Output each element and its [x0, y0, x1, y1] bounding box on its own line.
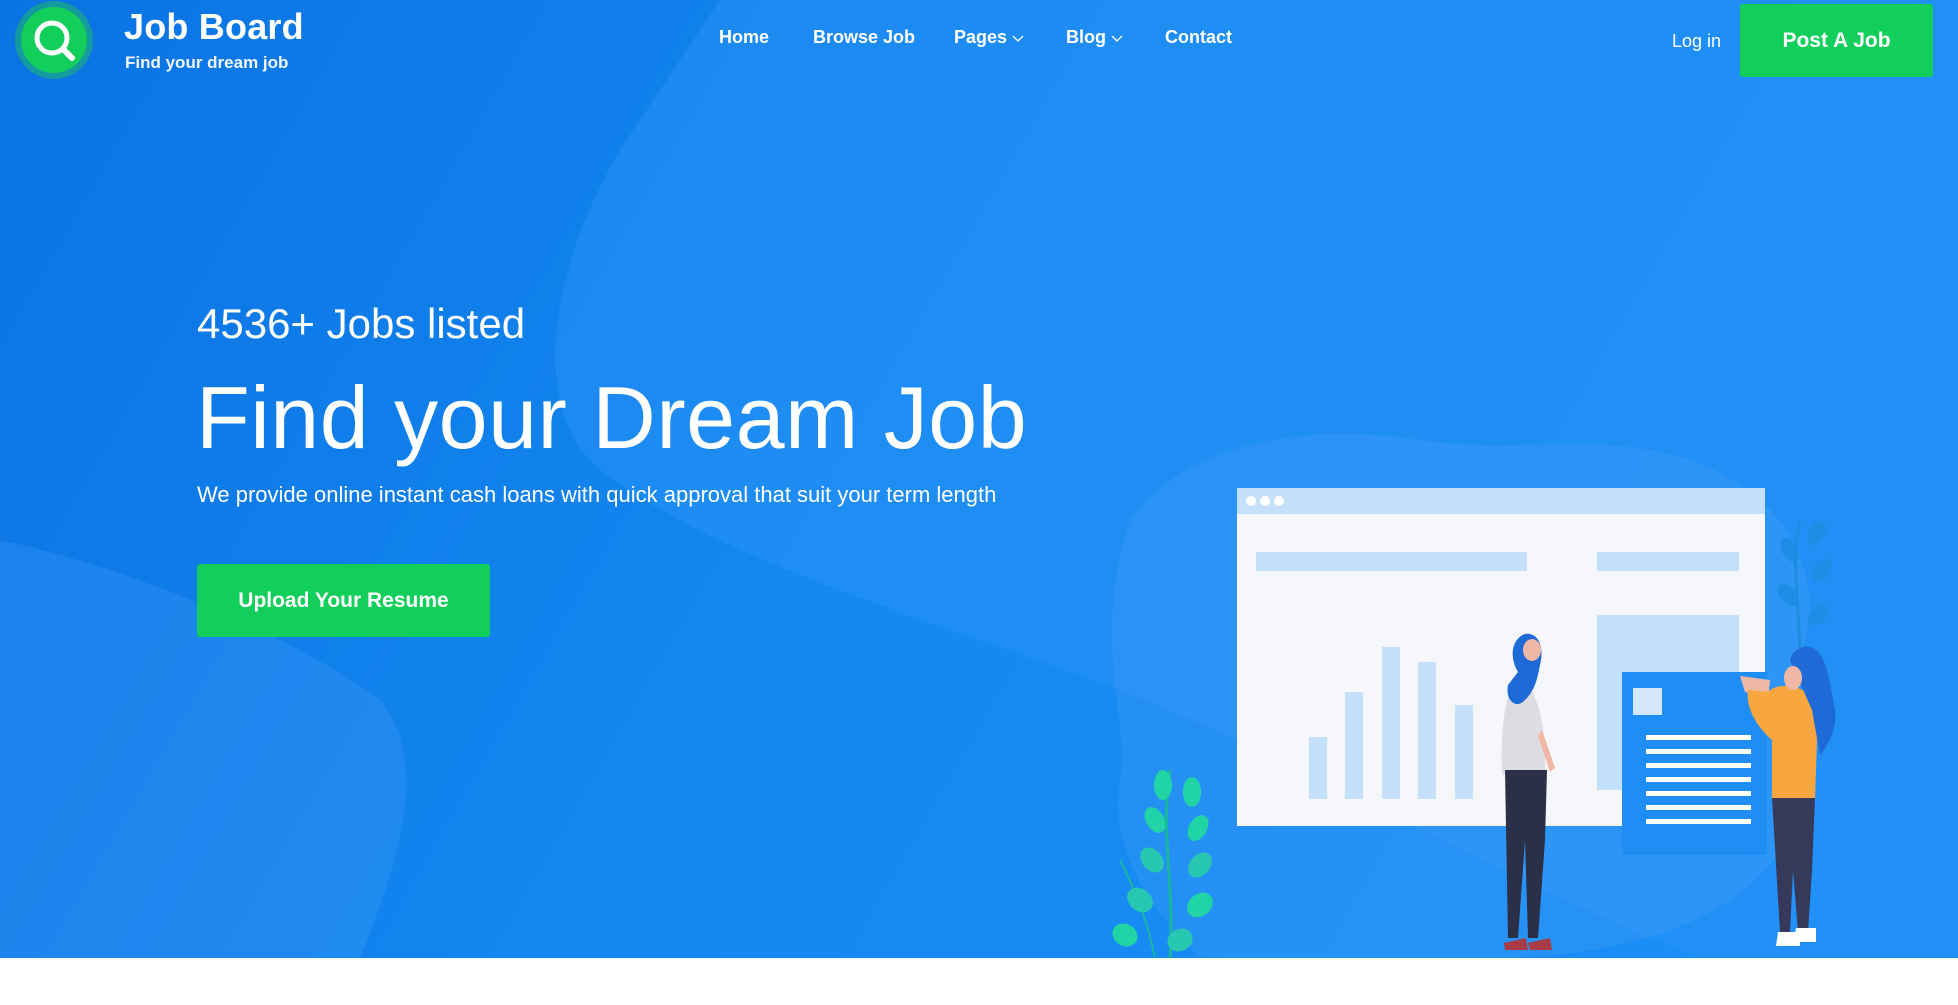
document-card [1622, 672, 1767, 855]
brand-tagline: Find your dream job [125, 53, 289, 72]
nav-contact-label: Contact [1165, 27, 1232, 47]
nav-browse-job-label: Browse Job [813, 27, 916, 47]
nav-contact[interactable]: Contact [1165, 27, 1232, 48]
plant-left-icon [1112, 769, 1213, 958]
nav-pages[interactable]: Pages [954, 27, 1024, 48]
chevron-down-icon [1012, 35, 1024, 42]
jobs-count: 4536+ Jobs listed [197, 300, 526, 347]
search-icon [15, 1, 93, 79]
login-link[interactable]: Log in [1672, 31, 1721, 52]
hero-headline: Find your Dream Job [196, 368, 1028, 467]
nav-home-label: Home [719, 27, 770, 47]
site-logo[interactable]: Job Board Find your dream job [12, 0, 332, 84]
hero-section: Job Board Find your dream job Home Brows… [0, 0, 1958, 958]
nav-home[interactable]: Home [719, 27, 769, 48]
nav-browse-job[interactable]: Browse Job [813, 27, 915, 48]
page-below-hero [0, 958, 1958, 1005]
nav-blog-label: Blog [1066, 27, 1106, 47]
hero-illustration [1112, 488, 1836, 958]
upload-resume-button[interactable]: Upload Your Resume [197, 564, 490, 637]
nav-blog[interactable]: Blog [1066, 27, 1123, 48]
chevron-down-icon [1111, 35, 1123, 42]
hero-subtext: We provide online instant cash loans wit… [197, 482, 997, 507]
nav-pages-label: Pages [954, 27, 1008, 47]
plant-right-icon [1777, 519, 1833, 661]
brand-name: Job Board [124, 6, 304, 47]
post-job-button[interactable]: Post A Job [1740, 4, 1933, 77]
